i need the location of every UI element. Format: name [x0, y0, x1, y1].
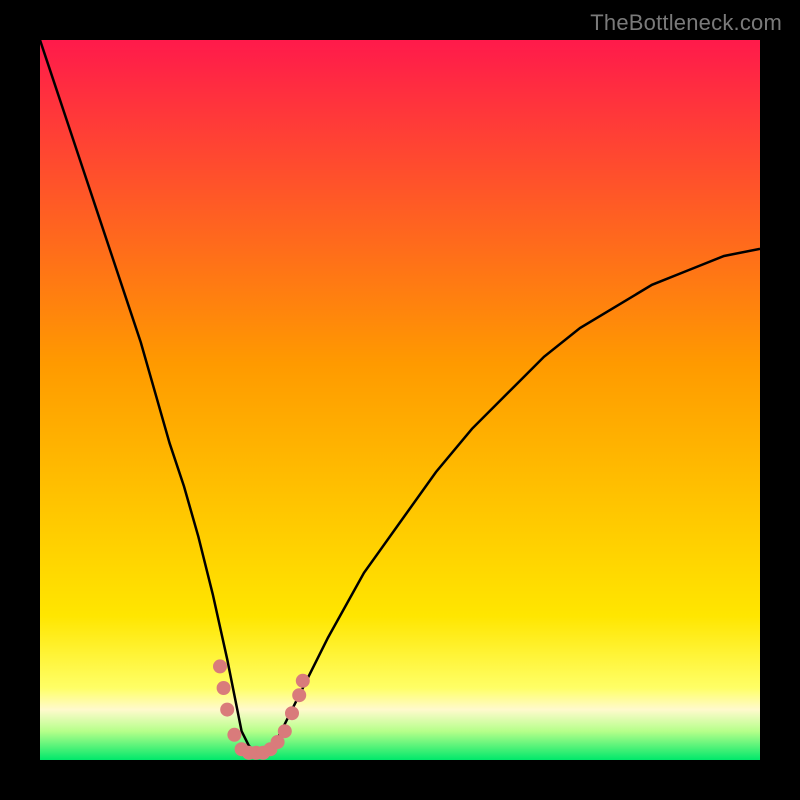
marker-dot — [292, 688, 306, 702]
chart-frame: TheBottleneck.com — [0, 0, 800, 800]
marker-dot — [220, 703, 234, 717]
marker-dot — [296, 674, 310, 688]
marker-dot — [217, 681, 231, 695]
marker-dot — [285, 706, 299, 720]
marker-dot — [227, 728, 241, 742]
marker-dot — [213, 659, 227, 673]
chart-svg — [40, 40, 760, 760]
plot-area — [40, 40, 760, 760]
watermark-text: TheBottleneck.com — [590, 10, 782, 36]
marker-dot — [278, 724, 292, 738]
gradient-background — [40, 40, 760, 760]
